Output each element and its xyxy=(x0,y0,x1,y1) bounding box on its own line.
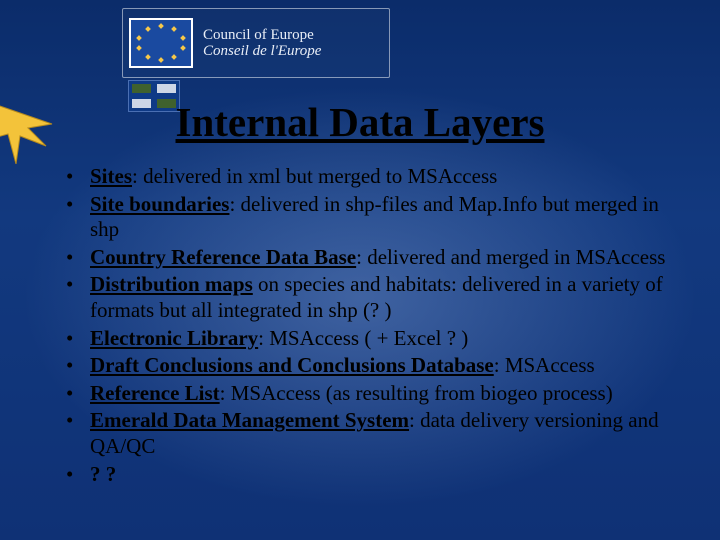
bullet-item: Distribution maps on species and habitat… xyxy=(60,272,686,323)
bullet-item: Draft Conclusions and Conclusions Databa… xyxy=(60,353,686,379)
logo-text: Council of Europe Conseil de l'Europe xyxy=(203,27,321,59)
bullet-item: ? ? xyxy=(60,462,686,488)
eu-flag-icon xyxy=(129,18,193,68)
bullet-item: Reference List: MSAccess (as resulting f… xyxy=(60,381,686,407)
bullet-item: Electronic Library: MSAccess ( + Excel ?… xyxy=(60,326,686,352)
bullet-item: Site boundaries: delivered in shp-files … xyxy=(60,192,686,243)
slide: Council of Europe Conseil de l'Europe In… xyxy=(0,0,720,540)
logo-text-en: Council of Europe xyxy=(203,27,321,43)
slide-title: Internal Data Layers xyxy=(0,98,720,146)
bullet-item: Emerald Data Management System: data del… xyxy=(60,408,686,459)
bullet-item: Sites: delivered in xml but merged to MS… xyxy=(60,164,686,190)
bullet-list: Sites: delivered in xml but merged to MS… xyxy=(60,164,686,487)
logo-text-fr: Conseil de l'Europe xyxy=(203,43,321,59)
slide-content: Sites: delivered in xml but merged to MS… xyxy=(60,164,686,489)
header: Council of Europe Conseil de l'Europe xyxy=(0,0,720,96)
council-of-europe-logo: Council of Europe Conseil de l'Europe xyxy=(122,8,390,78)
bullet-item: Country Reference Data Base: delivered a… xyxy=(60,245,686,271)
